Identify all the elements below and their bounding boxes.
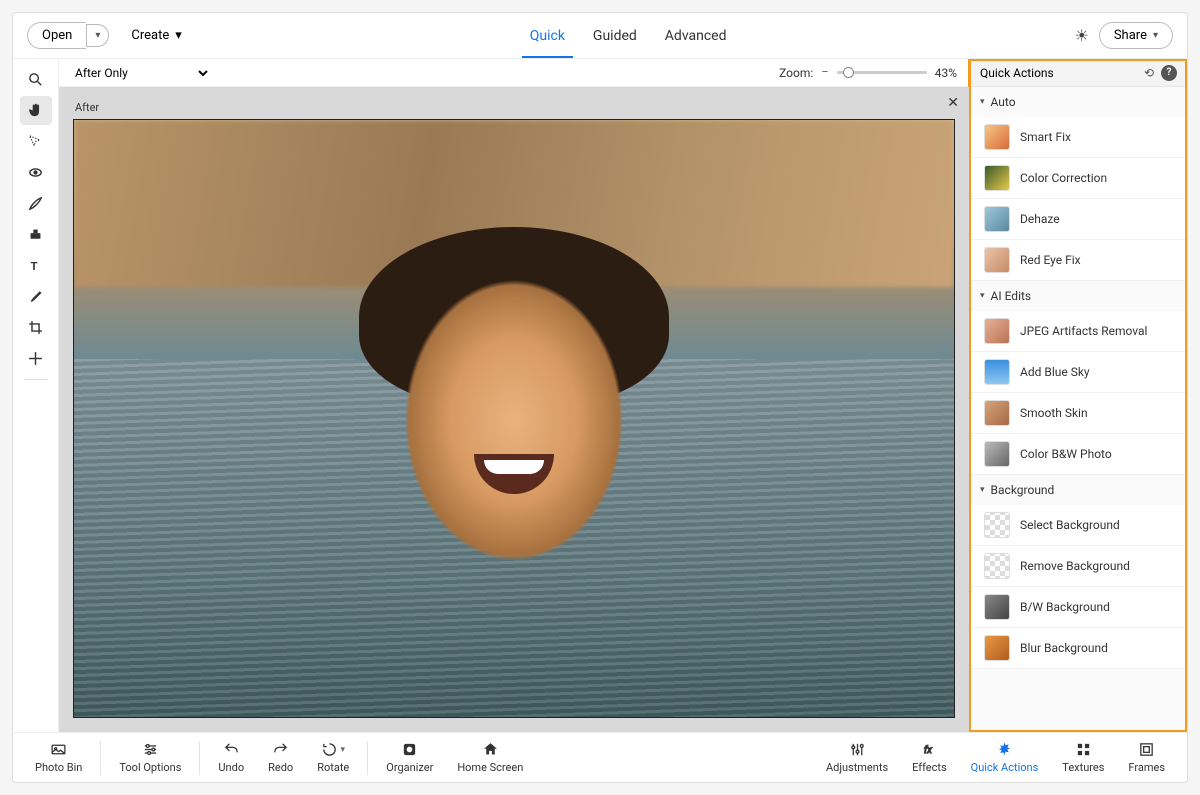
chevron-down-icon: ▾ <box>1153 30 1158 41</box>
help-icon[interactable]: ? <box>1161 65 1177 81</box>
organizer-button[interactable]: Organizer <box>374 741 445 774</box>
redo-button[interactable]: Redo <box>256 741 305 774</box>
chevron-down-icon: ▾ <box>175 28 182 43</box>
brush-tool-icon[interactable] <box>20 189 52 218</box>
action-remove-background[interactable]: Remove Background <box>970 546 1187 587</box>
open-button[interactable]: Open <box>27 22 86 49</box>
home-screen-button[interactable]: Home Screen <box>445 741 535 774</box>
top-toolbar: Open ▾ Create▾ Quick Guided Advanced ☀ S… <box>13 13 1187 59</box>
action-dehaze[interactable]: Dehaze <box>970 199 1187 240</box>
action-smart-fix[interactable]: Smart Fix <box>970 117 1187 158</box>
crop-tool-icon[interactable] <box>20 313 52 342</box>
chevron-down-icon: ▾ <box>95 30 100 41</box>
svg-text:T: T <box>31 259 38 273</box>
svg-text:fx: fx <box>924 745 932 756</box>
tab-advanced[interactable]: Advanced <box>665 16 727 56</box>
zoom-tool-icon[interactable] <box>20 65 52 94</box>
frames-button[interactable]: Frames <box>1116 741 1177 774</box>
editor-center: After Only Zoom: − 43% ✕ After <box>59 59 969 732</box>
bottom-toolbar: Photo Bin Tool Options Undo Redo ▾Rotate… <box>13 732 1187 782</box>
canvas-area: ✕ After <box>59 87 969 732</box>
zoom-out-icon[interactable]: − <box>821 65 828 80</box>
group-header-ai-edits[interactable]: ▾AI Edits <box>970 281 1187 311</box>
action-jpeg-artifacts-removal[interactable]: JPEG Artifacts Removal <box>970 311 1187 352</box>
view-mode-select[interactable]: After Only <box>71 65 211 81</box>
mode-tabs: Quick Guided Advanced <box>530 16 727 56</box>
hand-tool-icon[interactable] <box>20 96 52 125</box>
textures-button[interactable]: Textures <box>1050 741 1116 774</box>
selection-tool-icon[interactable] <box>20 127 52 156</box>
theme-toggle-icon[interactable]: ☀ <box>1074 26 1088 45</box>
open-button-group: Open ▾ <box>27 22 109 49</box>
text-tool-icon[interactable]: T <box>20 251 52 280</box>
tool-options-button[interactable]: Tool Options <box>107 741 193 774</box>
rotate-button[interactable]: ▾Rotate <box>305 741 361 774</box>
tool-separator <box>24 379 48 380</box>
effects-button[interactable]: fxEffects <box>900 741 959 774</box>
action-red-eye-fix[interactable]: Red Eye Fix <box>970 240 1187 281</box>
photo-bin-button[interactable]: Photo Bin <box>23 741 94 774</box>
undo-button[interactable]: Undo <box>206 741 256 774</box>
share-button[interactable]: Share▾ <box>1099 22 1173 49</box>
action-blur-background[interactable]: Blur Background <box>970 628 1187 669</box>
create-button[interactable]: Create▾ <box>131 28 181 43</box>
open-dropdown-button[interactable]: ▾ <box>86 24 109 47</box>
panel-header: Quick Actions ⟲ ? <box>970 59 1187 87</box>
zoom-slider-handle[interactable] <box>843 67 854 78</box>
view-options-bar: After Only Zoom: − 43% <box>59 59 969 87</box>
chevron-down-icon: ▾ <box>980 97 985 107</box>
reset-icon[interactable]: ⟲ <box>1141 65 1157 81</box>
group-header-background[interactable]: ▾Background <box>970 475 1187 505</box>
chevron-down-icon: ▾ <box>980 485 985 495</box>
action-smooth-skin[interactable]: Smooth Skin <box>970 393 1187 434</box>
group-header-auto[interactable]: ▾Auto <box>970 87 1187 117</box>
quick-actions-button[interactable]: Quick Actions <box>959 741 1051 774</box>
eyedropper-tool-icon[interactable] <box>20 282 52 311</box>
panel-body: ▾Auto Smart Fix Color Correction Dehaze … <box>970 87 1187 732</box>
action-color-bw-photo[interactable]: Color B&W Photo <box>970 434 1187 475</box>
adjustments-button[interactable]: Adjustments <box>814 741 900 774</box>
action-bw-background[interactable]: B/W Background <box>970 587 1187 628</box>
quick-actions-panel: Quick Actions ⟲ ? ▾Auto Smart Fix Color … <box>969 59 1187 732</box>
tab-guided[interactable]: Guided <box>593 16 637 56</box>
chevron-down-icon: ▾ <box>980 291 985 301</box>
action-color-correction[interactable]: Color Correction <box>970 158 1187 199</box>
tab-quick[interactable]: Quick <box>530 16 565 56</box>
action-select-background[interactable]: Select Background <box>970 505 1187 546</box>
panel-title: Quick Actions <box>980 66 1054 80</box>
close-icon[interactable]: ✕ <box>947 95 959 111</box>
zoom-label: Zoom: <box>779 66 813 80</box>
action-add-blue-sky[interactable]: Add Blue Sky <box>970 352 1187 393</box>
image-canvas[interactable] <box>73 119 955 718</box>
canvas-badge: After <box>75 101 99 114</box>
move-tool-icon[interactable] <box>20 344 52 373</box>
zoom-slider[interactable] <box>837 71 927 74</box>
chevron-down-icon: ▾ <box>340 745 345 755</box>
left-tool-strip: T <box>13 59 59 732</box>
clone-tool-icon[interactable] <box>20 220 52 249</box>
red-eye-tool-icon[interactable] <box>20 158 52 187</box>
zoom-value: 43% <box>935 66 957 80</box>
